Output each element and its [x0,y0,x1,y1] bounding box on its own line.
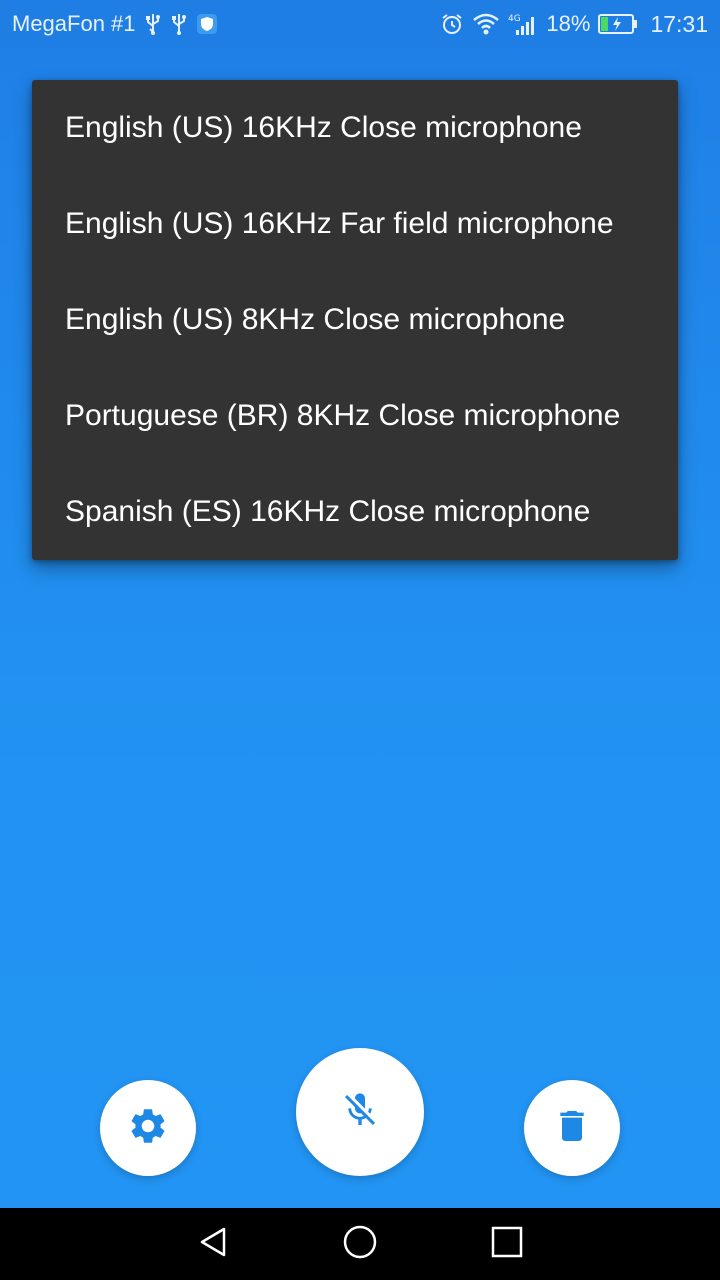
network-type: 4G [508,14,521,24]
delete-button[interactable] [524,1080,620,1176]
settings-button[interactable] [100,1080,196,1176]
menu-item-en-us-16khz-far-field[interactable]: English (US) 16KHz Far field microphone [32,176,678,272]
home-button[interactable] [330,1214,390,1274]
back-icon [196,1225,230,1264]
shield-icon [196,13,218,35]
usb-icon [170,12,188,36]
status-left: MegaFon #1 [12,11,218,37]
status-bar: MegaFon #1 4G 18% 17:31 [0,0,720,48]
wifi-icon [472,12,500,36]
menu-item-es-es-16khz-close[interactable]: Spanish (ES) 16KHz Close microphone [32,464,678,560]
recents-icon [491,1226,523,1263]
usb-icon [144,12,162,36]
back-button[interactable] [183,1214,243,1274]
trash-icon [552,1106,592,1151]
battery-percent: 18% [546,11,591,36]
status-right: 4G 18% 17:31 [440,11,708,38]
signal-icon: 4G [508,12,538,36]
home-icon [342,1224,378,1265]
microphone-model-menu: English (US) 16KHz Close microphone Engl… [32,80,678,560]
menu-item-pt-br-8khz-close[interactable]: Portuguese (BR) 8KHz Close microphone [32,368,678,464]
menu-item-en-us-16khz-close[interactable]: English (US) 16KHz Close microphone [32,80,678,176]
alarm-icon [440,12,464,36]
microphone-button[interactable] [296,1048,424,1176]
gear-icon [127,1105,169,1152]
recents-button[interactable] [477,1214,537,1274]
navigation-bar [0,1208,720,1280]
battery-charging-icon [598,13,638,35]
carrier-name: MegaFon #1 [12,11,136,36]
mic-off-icon [340,1090,380,1135]
menu-item-en-us-8khz-close[interactable]: English (US) 8KHz Close microphone [32,272,678,368]
clock: 17:31 [650,10,708,37]
